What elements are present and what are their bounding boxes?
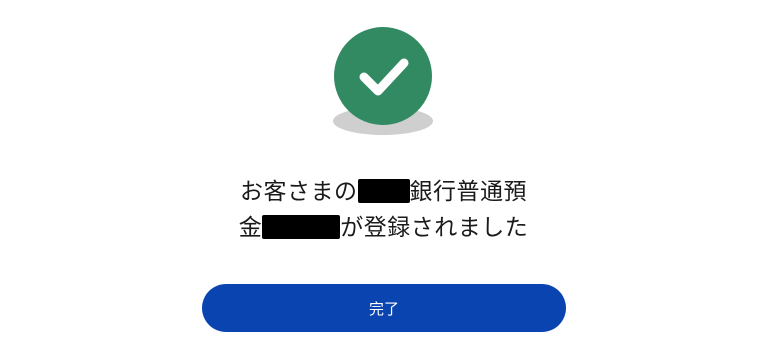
message-line1-suffix: 銀行普通預 xyxy=(409,179,527,205)
message-line-1: お客さまの 銀行普通預 xyxy=(200,174,567,210)
confirmation-message: お客さまの 銀行普通預 金 が登録されました xyxy=(200,174,567,246)
message-line2-prefix: 金 xyxy=(238,215,263,241)
message-line2-suffix: が登録されました xyxy=(340,215,529,241)
done-button[interactable]: 完了 xyxy=(202,284,566,332)
checkmark-icon xyxy=(359,58,409,96)
message-line1-prefix: お客さまの xyxy=(240,179,358,205)
success-badge xyxy=(331,27,435,135)
redacted-account-number xyxy=(262,215,341,239)
registration-complete-page: お客さまの 銀行普通預 金 が登録されました 完了 xyxy=(0,0,767,353)
check-circle-icon xyxy=(334,27,432,125)
message-line-2: 金 が登録されました xyxy=(200,210,567,246)
redacted-bank-name xyxy=(357,179,410,203)
